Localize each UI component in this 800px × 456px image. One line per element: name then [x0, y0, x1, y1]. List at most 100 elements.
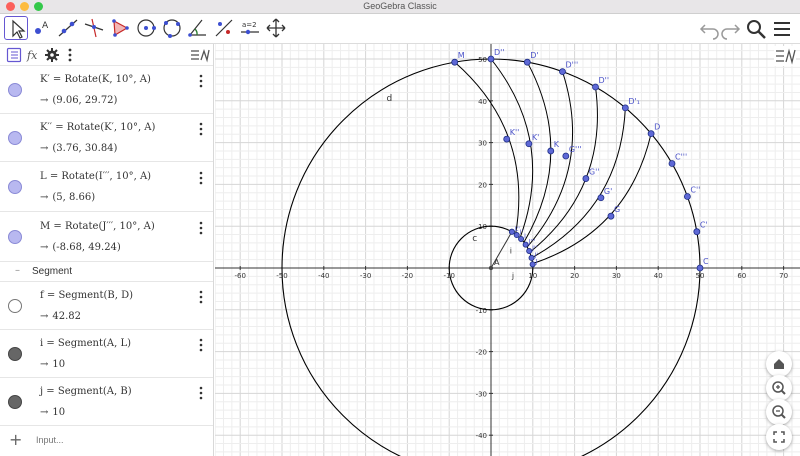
algebra-more-button[interactable]	[62, 47, 78, 63]
home-button[interactable]	[766, 351, 792, 377]
algebra-view-toggle-button[interactable]	[6, 47, 22, 63]
algebra-entry-l[interactable]: L = Rotate(I′′′, 10°, A) → (5, 8.66)	[0, 162, 213, 212]
fullscreen-button[interactable]	[766, 424, 792, 450]
add-icon[interactable]: +	[9, 432, 22, 448]
group-label: Segment	[32, 266, 73, 277]
slider-tool-button[interactable]: a=2	[238, 16, 262, 40]
algebra-style-button[interactable]	[190, 47, 210, 63]
point-label: M	[458, 51, 465, 60]
arrow-label: →	[40, 242, 49, 253]
x-tick-label: -60	[234, 272, 245, 280]
collapse-group-toggle[interactable]: –	[15, 265, 20, 276]
visibility-toggle[interactable]	[8, 230, 22, 244]
entry-value: → (-8.68, 49.24)	[40, 242, 121, 253]
arrow-label: →	[40, 359, 49, 370]
x-tick-label: 60	[737, 272, 746, 280]
graphics-canvas[interactable]: -60 -50 -40 -30 -20 -10 10 20 30 40 50 60 7050403020…	[215, 44, 800, 456]
visibility-toggle[interactable]	[8, 131, 22, 145]
algebra-entry-m[interactable]: M = Rotate(J′′′, 10°, A) → (-8.68, 49.24)	[0, 212, 213, 262]
zoom-in-button[interactable]	[766, 375, 792, 401]
entry-value-text: (5, 8.66)	[52, 192, 96, 203]
algebra-input-field[interactable]	[36, 432, 186, 448]
algebra-entry-j[interactable]: j = Segment(A, B) → 10	[0, 378, 213, 426]
polygon-icon	[112, 19, 129, 37]
algebra-header: fx	[0, 44, 213, 66]
origin-label: A	[494, 258, 500, 267]
entry-value: → 42.82	[40, 311, 81, 322]
point-marker	[513, 232, 520, 239]
svg-text:A: A	[42, 21, 49, 31]
entry-menu-button[interactable]	[198, 338, 204, 352]
input-row: +	[0, 426, 213, 456]
angle-icon	[188, 19, 206, 37]
arrow-label: →	[40, 311, 49, 322]
visibility-toggle[interactable]	[8, 83, 22, 97]
y-tick-label: 30	[478, 140, 487, 148]
y-tick-label: 20	[478, 181, 487, 189]
point-label: D'	[530, 51, 538, 60]
svg-text:fx: fx	[26, 49, 38, 62]
point-label: D	[654, 123, 660, 132]
algebra-view: fx K′ = Rotate(K, 10°, A) → (9.06, 29.72)…	[0, 44, 214, 456]
move-graphics-view-tool-button[interactable]	[264, 16, 288, 40]
entry-menu-button[interactable]	[198, 221, 204, 235]
perpendicular-line-tool-button[interactable]	[82, 16, 106, 40]
segment-group-header[interactable]: – Segment	[0, 262, 213, 282]
visibility-toggle[interactable]	[8, 180, 22, 194]
visibility-toggle[interactable]	[8, 395, 22, 409]
y-tick-label: 40	[478, 98, 487, 106]
window-title: GeoGebra Classic	[363, 1, 437, 11]
menu-icon	[774, 22, 790, 36]
point-label: C'	[700, 221, 708, 230]
y-tick-label: -20	[476, 349, 487, 357]
algebra-entry-k-double-prime[interactable]: K′′ = Rotate(K′, 10°, A) → (3.76, 30.84)	[0, 114, 213, 162]
arrow-label: →	[40, 95, 49, 106]
polygon-tool-button[interactable]	[108, 16, 132, 40]
entry-value: → (5, 8.66)	[40, 192, 95, 203]
algebra-entry-k-prime[interactable]: K′ = Rotate(K, 10°, A) → (9.06, 29.72)	[0, 66, 213, 114]
entry-menu-button[interactable]	[198, 386, 204, 400]
redo-icon	[721, 24, 741, 40]
gear-icon	[45, 48, 59, 62]
line-tool-button[interactable]	[56, 16, 80, 40]
x-tick-label: -30	[360, 272, 371, 280]
zoom-out-button[interactable]	[766, 399, 792, 425]
main-menu-button[interactable]	[770, 17, 794, 41]
entry-definition: L = Rotate(I′′′, 10°, A)	[40, 171, 152, 182]
graphics-view[interactable]: -60 -50 -40 -30 -20 -10 10 20 30 40 50 60 70 50 40 30 20…	[215, 44, 800, 456]
arrow-label: →	[40, 192, 49, 203]
entry-definition: M = Rotate(J′′′, 10°, A)	[40, 221, 155, 232]
search-button[interactable]	[744, 17, 768, 41]
entry-menu-button[interactable]	[198, 171, 204, 185]
settings-button[interactable]	[44, 47, 60, 63]
redo-button[interactable]	[718, 17, 742, 41]
algebra-entry-f[interactable]: f = Segment(B, D) → 42.82	[0, 282, 213, 330]
entry-menu-button[interactable]	[198, 74, 204, 88]
reflect-tool-button[interactable]	[212, 16, 236, 40]
entry-menu-button[interactable]	[198, 290, 204, 304]
entry-menu-button[interactable]	[198, 122, 204, 136]
visibility-toggle[interactable]	[8, 299, 22, 313]
entry-value: → 10	[40, 407, 65, 418]
algebra-list-icon	[6, 47, 22, 63]
circle-tool-button[interactable]	[134, 16, 158, 40]
point-label: J'''	[528, 239, 536, 246]
angle-tool-button[interactable]	[186, 16, 210, 40]
entry-value: → (3.76, 30.84)	[40, 143, 117, 154]
input-bar-button[interactable]: fx	[26, 47, 42, 63]
algebra-entry-i[interactable]: i = Segment(A, L) → 10	[0, 330, 213, 378]
point-tool-button[interactable]: A	[30, 16, 54, 40]
visibility-toggle[interactable]	[8, 347, 22, 361]
move-tool-button[interactable]	[4, 16, 28, 40]
conic-tool-button[interactable]	[160, 16, 184, 40]
toolbar: A a=2	[0, 14, 800, 44]
graphics-style-button[interactable]	[774, 46, 796, 66]
line-icon	[58, 19, 78, 37]
construction-arc	[529, 86, 598, 253]
slider-tool-label: a=2	[242, 21, 257, 29]
point-label: J''	[531, 245, 537, 252]
circle-icon	[137, 19, 156, 37]
entry-value: → (9.06, 29.72)	[40, 95, 117, 106]
point-icon: A	[35, 21, 49, 34]
point-label: K'	[532, 133, 539, 142]
